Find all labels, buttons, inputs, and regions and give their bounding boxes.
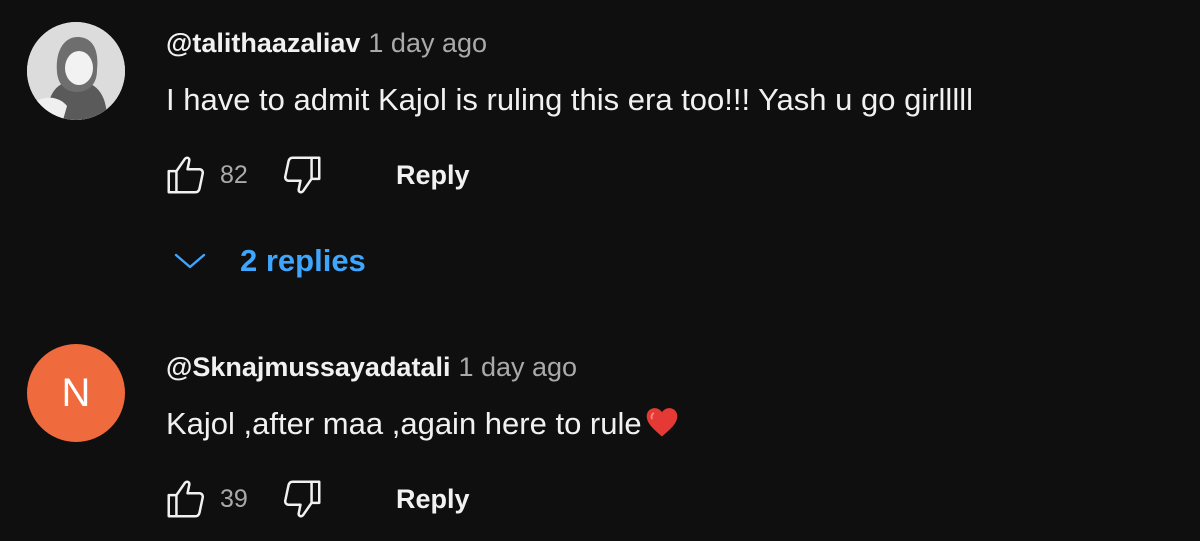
comment-actions: 39 Reply	[158, 474, 480, 524]
comment-header: @Sknajmussayadatali 1 day ago	[166, 352, 577, 383]
author-name[interactable]: @Sknajmussayadatali	[166, 352, 450, 382]
like-button[interactable]	[158, 150, 214, 200]
comment-text: Kajol ,after maa ,again here to rule	[166, 406, 680, 446]
comment-text-content: Kajol ,after maa ,again here to rule	[166, 406, 642, 441]
comment-header: @talithaazaliav 1 day ago	[166, 28, 487, 59]
avatar[interactable]	[27, 22, 125, 120]
author-name[interactable]: @talithaazaliav	[166, 28, 360, 58]
timestamp[interactable]: 1 day ago	[458, 352, 577, 382]
avatar[interactable]: N	[27, 344, 125, 442]
reply-button[interactable]: Reply	[386, 154, 480, 197]
replies-count-label: 2 replies	[240, 243, 366, 278]
like-button[interactable]	[158, 474, 214, 524]
timestamp[interactable]: 1 day ago	[368, 28, 487, 58]
comment-actions: 82 Reply	[158, 150, 480, 200]
thumbs-down-icon	[283, 156, 321, 194]
thumbs-down-icon	[283, 480, 321, 518]
view-replies-button[interactable]: 2 replies	[170, 236, 366, 286]
comment-text: I have to admit Kajol is ruling this era…	[166, 82, 973, 117]
red-heart-icon	[644, 406, 680, 446]
profile-photo-icon	[27, 22, 125, 120]
thumbs-up-icon	[167, 480, 205, 518]
dislike-button[interactable]	[274, 474, 330, 524]
dislike-button[interactable]	[274, 150, 330, 200]
thumbs-up-icon	[167, 156, 205, 194]
reply-button[interactable]: Reply	[386, 478, 480, 521]
like-count: 39	[220, 484, 248, 513]
avatar-letter: N	[61, 370, 91, 415]
like-count: 82	[220, 160, 248, 189]
chevron-down-icon	[170, 251, 210, 271]
